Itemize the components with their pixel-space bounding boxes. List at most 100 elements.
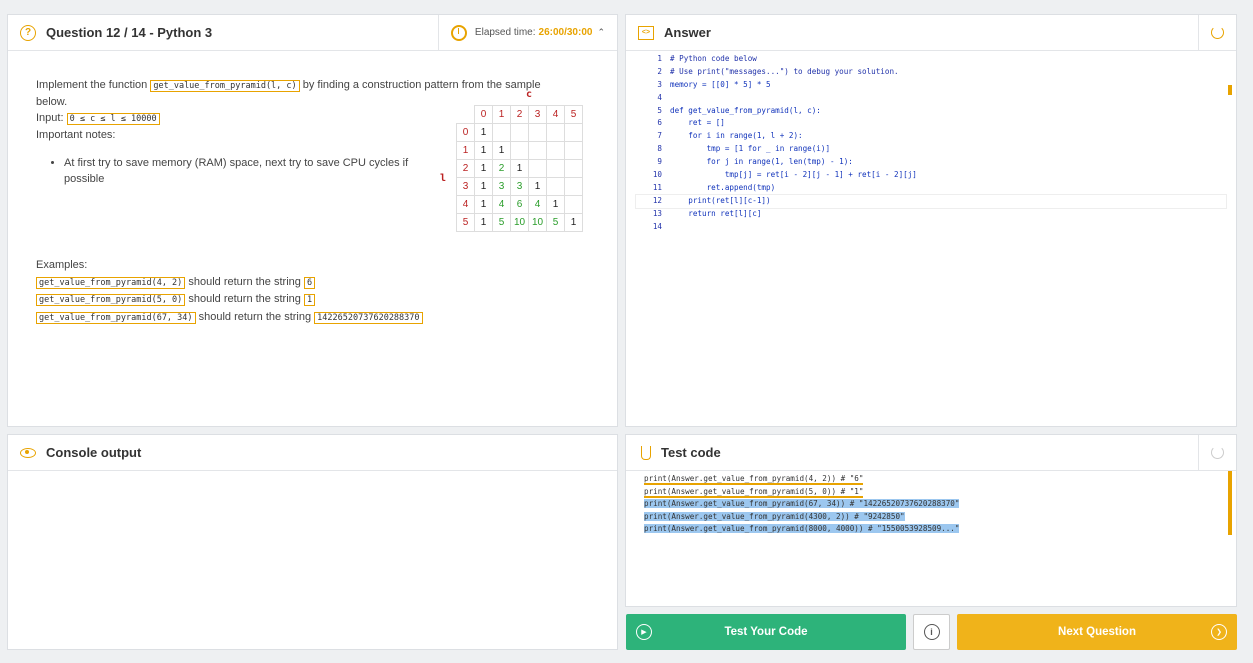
line-number: 1 — [657, 54, 662, 63]
console-panel: Console output — [7, 434, 618, 650]
next-question-button[interactable]: Next Question ❯ — [957, 614, 1237, 650]
code-text: for j in range(1, len(tmp) - 1): — [670, 157, 853, 167]
code-line[interactable]: 12 print(ret[l][c-1]) — [635, 193, 1227, 209]
pyramid-corner — [457, 106, 475, 124]
eye-icon — [20, 447, 36, 458]
pyramid-cell — [528, 123, 547, 142]
pyramid-cell: 2 — [492, 159, 511, 178]
test-your-code-button[interactable]: ▶ Test Your Code — [626, 614, 906, 650]
pyramid-cell: 6 — [510, 195, 529, 214]
test-scrollbar[interactable] — [1228, 471, 1232, 535]
code-line[interactable]: 4 — [636, 92, 1226, 105]
pyramid-col-header: 1 — [492, 105, 511, 124]
code-line[interactable]: 3 memory = [[0] * 5] * 5 — [636, 79, 1226, 92]
pyramid-cell: 3 — [510, 177, 529, 196]
console-title: Console output — [46, 445, 142, 460]
pyramid-row: 5 1 5 10 10 5 1 — [456, 213, 583, 232]
test-line[interactable]: print(Answer.get_value_from_pyramid(4300… — [644, 511, 959, 524]
code-text: return ret[l][c] — [670, 208, 762, 218]
c-axis-label: c — [526, 89, 533, 100]
code-line[interactable]: 14 — [636, 221, 1226, 234]
pyramid-row: 3 1 3 3 1 — [456, 177, 583, 196]
example-row: get_value_from_pyramid(4, 2) should retu… — [36, 274, 423, 292]
code-text: ret = [] — [670, 118, 725, 128]
line-number: 12 — [652, 195, 662, 205]
pyramid-cell: 1 — [474, 213, 493, 232]
line-number: 9 — [657, 157, 662, 167]
pyramid-col-header: 4 — [546, 105, 565, 124]
code-line[interactable]: 11 ret.append(tmp) — [636, 182, 1226, 195]
code-editor[interactable]: 1 # Python code below 2 # Use print("messag… — [635, 53, 1227, 234]
code-line[interactable]: 1 # Python code below — [636, 53, 1226, 66]
pyramid-cell — [510, 123, 529, 142]
chevron-up-icon[interactable]: ⌃ — [597, 27, 605, 38]
pyramid-cell: 5 — [492, 213, 511, 232]
pyramid-cell — [564, 177, 583, 196]
line-number: 13 — [652, 208, 662, 218]
pyramid-row-header: 5 — [456, 213, 475, 232]
pyramid-cell: 1 — [528, 177, 547, 196]
example-text: should return the string — [188, 293, 301, 305]
line-number: 6 — [657, 118, 662, 128]
pyramid-cell — [492, 123, 511, 142]
pyramid-cell: 10 — [510, 213, 529, 232]
reset-code-button[interactable] — [1198, 15, 1236, 50]
input-label: Input: — [36, 112, 64, 124]
code-text: def get_value_from_pyramid(l, c): — [670, 105, 821, 115]
reset-test-button[interactable] — [1198, 435, 1236, 470]
pyramid-row: 0 1 — [456, 123, 583, 142]
pyramid-cell: 10 — [528, 213, 547, 232]
example-result: 6 — [303, 276, 316, 289]
pyramid-cell: 1 — [474, 141, 493, 160]
pyramid-cell — [528, 159, 547, 178]
pyramid-cell: 1 — [474, 195, 493, 214]
pyramid-row-header: 3 — [456, 177, 475, 196]
code-icon: <> — [638, 25, 654, 40]
code-line[interactable]: 2 # Use print("messages...") to debug you… — [636, 66, 1226, 79]
code-line[interactable]: 7 for i in range(1, l + 2): — [636, 130, 1226, 143]
pyramid-cell — [546, 159, 565, 178]
pyramid-sample: c l 0 1 2 3 4 5 0 1 1 1 1 2 1 2 1 3 1 3 … — [440, 89, 583, 232]
test-code-editor[interactable]: print(Answer.get_value_from_pyramid(4, 2… — [644, 473, 960, 536]
pyramid-row-header: 2 — [456, 159, 475, 178]
pyramid-cell — [510, 141, 529, 160]
pyramid-cell: 1 — [564, 213, 583, 232]
code-line[interactable]: 13 return ret[l][c] — [636, 208, 1226, 221]
examples-section: Examples: get_value_from_pyramid(4, 2) s… — [36, 257, 423, 326]
example-result: 1 — [303, 294, 316, 306]
pyramid-cell — [546, 123, 565, 142]
info-button[interactable]: i — [913, 614, 950, 650]
input-constraint: 0 ≤ c ≤ l ≤ 10000 — [66, 113, 160, 125]
test-line[interactable]: print(Answer.get_value_from_pyramid(4, 2… — [644, 473, 959, 486]
code-line[interactable]: 9 for j in range(1, len(tmp) - 1): — [636, 156, 1226, 169]
test-header: Test code — [626, 435, 1236, 471]
elapsed-timer[interactable]: Elapsed time: 26:00/30:00 ⌃ — [437, 15, 617, 50]
next-button-label: Next Question — [1058, 626, 1136, 638]
code-line[interactable]: 6 ret = [] — [636, 117, 1226, 130]
test-line[interactable]: print(Answer.get_value_from_pyramid(8000… — [644, 523, 960, 536]
example-call: get_value_from_pyramid(4, 2) — [36, 276, 186, 289]
code-text: memory = [[0] * 5] * 5 — [670, 79, 771, 89]
l-axis-label: l — [440, 173, 447, 184]
pyramid-cell — [546, 177, 565, 196]
console-output-area[interactable] — [8, 471, 617, 649]
editor-scrollbar[interactable] — [1228, 85, 1232, 95]
example-text: should return the string — [198, 310, 312, 323]
code-line[interactable]: 8 tmp = [1 for _ in range(i)] — [636, 143, 1226, 156]
code-line[interactable]: 5 def get_value_from_pyramid(l, c): — [636, 105, 1226, 118]
code-line[interactable]: 10 tmp[j] = ret[i - 2][j - 1] + ret[i - … — [636, 169, 1226, 182]
timer-icon — [450, 24, 467, 41]
line-number: 11 — [652, 182, 662, 192]
pyramid-cell: 5 — [546, 213, 565, 232]
pyramid-cell: 1 — [492, 141, 511, 160]
line-number: 10 — [652, 170, 662, 180]
question-icon: ? — [20, 24, 36, 41]
test-code-text: print(Answer.get_value_from_pyramid(8000… — [644, 524, 960, 534]
example-result: 14226520737620288370 — [314, 311, 423, 324]
pyramid-cell: 4 — [492, 195, 511, 214]
examples-label: Examples: — [36, 259, 88, 271]
test-line[interactable]: print(Answer.get_value_from_pyramid(5, 0… — [644, 486, 959, 499]
question-title: Question 12 / 14 - Python 3 — [46, 25, 213, 40]
test-line[interactable]: print(Answer.get_value_from_pyramid(67, … — [644, 498, 960, 511]
example-call: get_value_from_pyramid(67, 34) — [36, 311, 196, 324]
